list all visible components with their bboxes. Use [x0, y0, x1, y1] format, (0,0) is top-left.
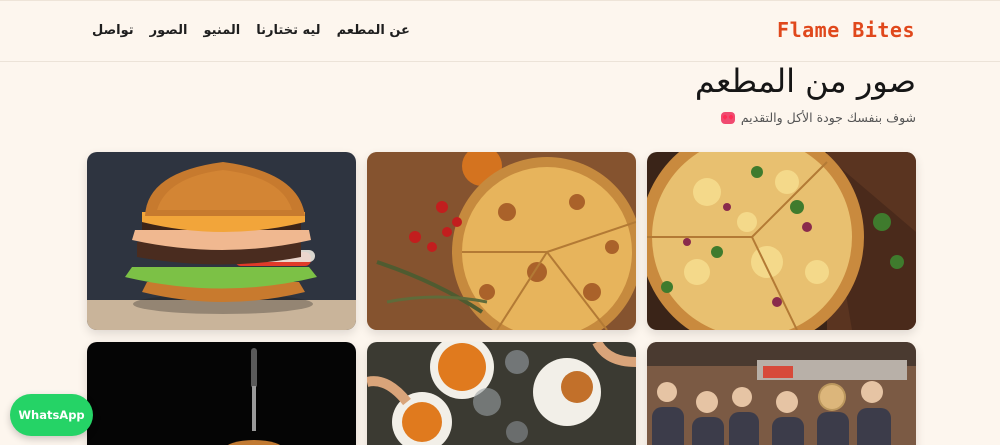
gallery-subtitle-text: شوف بنفسك جودة الأكل والتقديم — [740, 110, 916, 125]
gallery-title: صور من المطعم — [694, 62, 916, 100]
heart-eyes-emoji-icon — [720, 111, 735, 124]
gallery-image-pizza-table[interactable] — [367, 152, 636, 330]
nav-contact[interactable]: تواصل — [92, 23, 134, 38]
gallery-subtitle: شوف بنفسك جودة الأكل والتقديم — [720, 110, 916, 125]
whatsapp-button[interactable]: WhatsApp — [10, 394, 93, 436]
brand-logo[interactable]: Flame Bites — [777, 18, 915, 42]
nav-about[interactable]: عن المطعم — [337, 23, 410, 38]
nav-menu[interactable]: المنيو — [203, 23, 240, 38]
gallery-image-burger[interactable] — [87, 152, 356, 330]
nav-why-us[interactable]: ليه تختارنا — [256, 23, 320, 38]
gallery-image-pizza-board[interactable] — [647, 152, 916, 330]
gallery-image-table-food[interactable] — [367, 342, 636, 445]
main-nav: عن المطعم ليه تختارنا المنيو الصور تواصل — [92, 23, 410, 38]
gallery-image-restaurant-crowd[interactable] — [647, 342, 916, 445]
nav-gallery[interactable]: الصور — [150, 23, 188, 38]
site-header: Flame Bites عن المطعم ليه تختارنا المنيو… — [0, 0, 1000, 62]
gallery-image-dark-knife[interactable] — [87, 342, 356, 445]
